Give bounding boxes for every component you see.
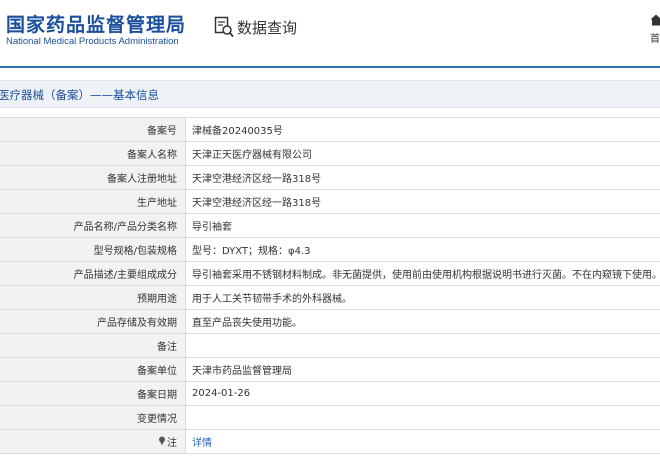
row-label: 变更情况 (0, 405, 186, 430)
table-row: 备案单位 天津市药品监督管理局 (0, 357, 660, 382)
row-label: 产品名称/产品分类名称 (0, 213, 186, 238)
section-title: 医疗器械（备案）——基本信息 (0, 88, 159, 102)
table-row: 备案号 津械备20240035号 (0, 117, 660, 142)
home-link[interactable]: 首页 (648, 14, 660, 44)
table-row: 备案日期 2024-01-26 (0, 381, 660, 406)
row-value: 导引袖套 (185, 213, 660, 238)
pin-icon (159, 436, 165, 446)
row-label: 备案人名称 (0, 141, 186, 166)
table-row: 生产地址 天津空港经济区经一路318号 (0, 189, 660, 214)
data-query-link[interactable]: 数据查询 (214, 14, 297, 40)
row-label: 备案人注册地址 (0, 165, 186, 190)
row-value: 型号：DYXT；规格：φ4.3 (185, 237, 660, 262)
table-row: 变更情况 (0, 405, 660, 430)
row-value: 津械备20240035号 (185, 117, 660, 142)
magnifier-document-icon (214, 16, 234, 38)
row-value: 天津空港经济区经一路318号 (185, 165, 660, 190)
table-row: 产品存储及有效期 直至产品丧失使用功能。 (0, 309, 660, 334)
device-info-table: 备案号 津械备20240035号 备案人名称 天津正天医疗器械有限公司 备案人注册地址天… (0, 117, 660, 454)
details-link[interactable]: 详情 (192, 438, 212, 449)
row-value: 直至产品丧失使用功能。 (185, 309, 660, 334)
row-value: 导引袖套采用不锈钢材料制成。非无菌提供，使用前由使用机构根据说明书进行灭菌。不在… (185, 261, 660, 286)
row-label: 注 (0, 429, 186, 454)
agency-name-cn[interactable]: 国家药品监督管理局 (6, 10, 186, 37)
row-value: 天津空港经济区经一路318号 (185, 189, 660, 214)
row-label: 备案单位 (0, 357, 186, 382)
table-row: 型号规格/包装规格 型号：DYXT；规格：φ4.3 (0, 237, 660, 262)
row-label: 产品存储及有效期 (0, 309, 186, 334)
table-row: 备案人名称 天津正天医疗器械有限公司 (0, 141, 660, 166)
row-value: 用于人工关节韧带手术的外科器械。 (185, 285, 660, 310)
table-row: 产品名称/产品分类名称 导引袖套 (0, 213, 660, 238)
table-row: 备案人注册地址 天津空港经济区经一路318号 (0, 165, 660, 190)
table-row: 产品描述/主要组成成分 导引袖套采用不锈钢材料制成。非无菌提供，使用前由使用机构根… (0, 261, 660, 286)
row-label: 备案日期 (0, 381, 186, 406)
section-header: 医疗器械（备案）——基本信息 (0, 80, 660, 108)
table-row: 备注 (0, 333, 660, 358)
row-value: 2024-01-26 (185, 381, 660, 406)
row-label: 生产地址 (0, 189, 186, 214)
table-row-note: 注 详情 (0, 429, 660, 454)
row-label: 型号规格/包装规格 (0, 237, 186, 262)
row-value (185, 333, 660, 358)
row-value: 天津正天医疗器械有限公司 (185, 141, 660, 166)
agency-name-en: National Medical Products Administration (6, 36, 179, 47)
row-label: 备案号 (0, 117, 186, 142)
data-query-label: 数据查询 (237, 18, 298, 37)
row-value: 详情 (185, 429, 660, 454)
home-icon (650, 14, 660, 26)
site-header: 国家药品监督管理局 National Medical Products Admi… (0, 0, 660, 68)
row-label: 预期用途 (0, 285, 186, 310)
row-value: 天津市药品监督管理局 (185, 357, 660, 382)
note-label: 注 (158, 434, 177, 449)
home-label: 首页 (650, 34, 660, 44)
row-label: 产品描述/主要组成成分 (0, 261, 186, 286)
table-row: 预期用途 用于人工关节韧带手术的外科器械。 (0, 285, 660, 310)
row-value (185, 405, 660, 430)
row-label: 备注 (0, 333, 186, 358)
note-label-text: 注 (167, 437, 177, 449)
